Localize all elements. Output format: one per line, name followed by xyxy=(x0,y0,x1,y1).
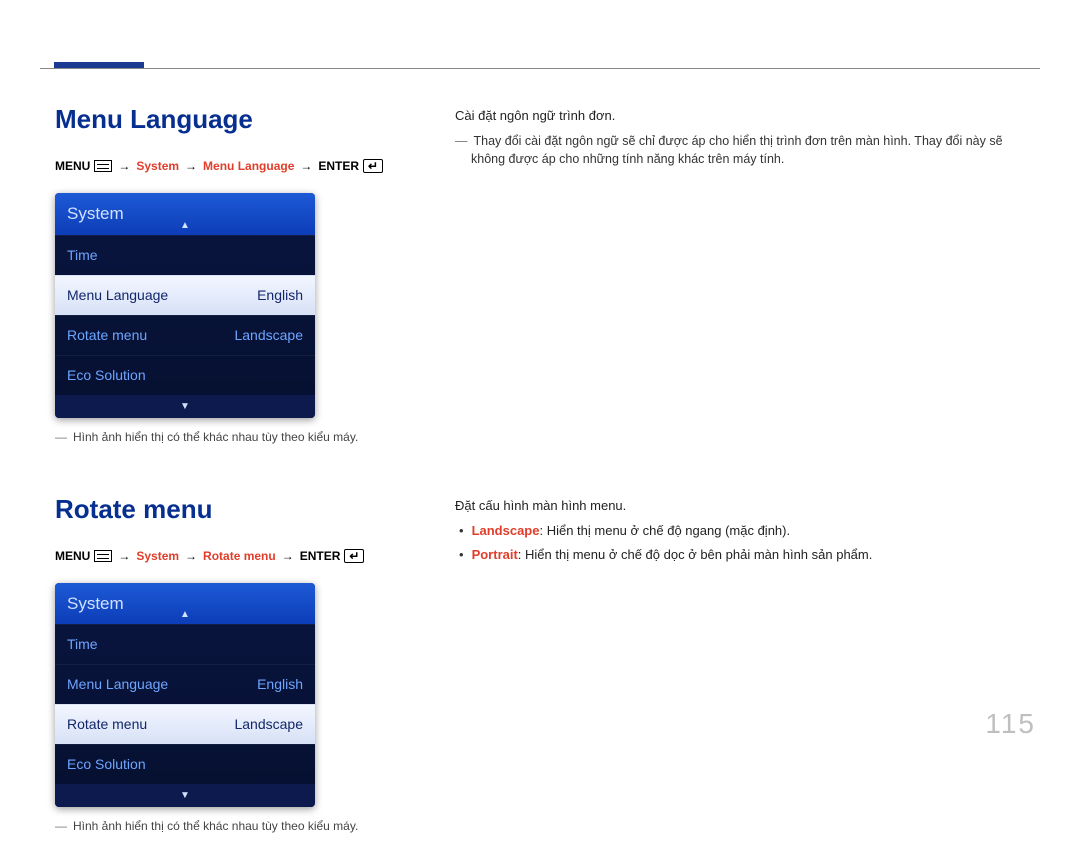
option-key: Landscape xyxy=(472,523,540,538)
osd-row-label: Menu Language xyxy=(67,285,168,306)
osd-row-value: English xyxy=(257,674,303,695)
osd-row[interactable]: Rotate menu Landscape xyxy=(55,704,315,744)
description-column: Cài đặt ngôn ngữ trình đơn. Thay đổi cài… xyxy=(455,100,1040,460)
option-list: Landscape: Hiển thị menu ở chế độ ngang … xyxy=(455,521,1040,564)
section-menu-language: Menu Language MENU System Menu Language … xyxy=(55,100,1040,460)
osd-menu: System ▲ Time Menu Language English Rotate … xyxy=(55,193,315,418)
bc-item: Menu Language xyxy=(203,157,294,175)
bc-item: Rotate menu xyxy=(203,547,276,565)
page-number: 115 xyxy=(985,703,1036,745)
arrow-icon xyxy=(116,547,132,565)
bc-enter: ENTER xyxy=(318,157,359,175)
section-title: Rotate menu xyxy=(55,490,415,529)
arrow-icon xyxy=(183,157,199,175)
osd-row-value: English xyxy=(257,285,303,306)
osd-menu: System ▲ Time Menu Language English Rotate … xyxy=(55,583,315,808)
left-column: Rotate menu MENU System Rotate menu ENTE… xyxy=(55,490,415,849)
osd-row-label: Time xyxy=(67,634,98,655)
osd-row[interactable]: Eco Solution xyxy=(55,355,315,395)
breadcrumb: MENU System Menu Language ENTER xyxy=(55,157,415,175)
bc-menu: MENU xyxy=(55,157,90,175)
osd-row[interactable]: Time xyxy=(55,624,315,664)
option-key: Portrait xyxy=(472,547,518,562)
section-title: Menu Language xyxy=(55,100,415,139)
image-disclaimer: Hình ảnh hiển thị có thể khác nhau tùy t… xyxy=(55,817,415,835)
enter-icon xyxy=(344,549,364,563)
top-rule xyxy=(40,68,1040,69)
osd-header: System ▲ xyxy=(55,583,315,625)
enter-icon xyxy=(363,159,383,173)
osd-row[interactable]: Menu Language English xyxy=(55,275,315,315)
left-column: Menu Language MENU System Menu Language … xyxy=(55,100,415,460)
osd-row[interactable]: Time xyxy=(55,235,315,275)
chevron-up-icon: ▲ xyxy=(180,218,190,233)
osd-row-value: Landscape xyxy=(234,714,303,735)
chevron-up-icon: ▲ xyxy=(180,607,190,622)
osd-row-label: Rotate menu xyxy=(67,325,147,346)
accent-bar xyxy=(54,62,144,68)
option-text: : Hiển thị menu ở chế độ dọc ở bên phải … xyxy=(518,547,873,562)
osd-header: System ▲ xyxy=(55,193,315,235)
menu-icon xyxy=(94,160,112,172)
manual-page: Menu Language MENU System Menu Language … xyxy=(0,0,1080,763)
osd-row-label: Eco Solution xyxy=(67,365,146,386)
breadcrumb: MENU System Rotate menu ENTER xyxy=(55,547,415,565)
osd-row[interactable]: Rotate menu Landscape xyxy=(55,315,315,355)
bc-system: System xyxy=(136,547,179,565)
description-column: Đặt cấu hình màn hình menu. Landscape: H… xyxy=(455,490,1040,849)
osd-rows: Time Menu Language English Rotate menu Lands… xyxy=(55,235,315,395)
option-text: : Hiển thị menu ở chế độ ngang (mặc định… xyxy=(539,523,790,538)
menu-icon xyxy=(94,550,112,562)
desc-line: Đặt cấu hình màn hình menu. xyxy=(455,496,1040,516)
arrow-icon xyxy=(116,157,132,175)
osd-row[interactable]: Menu Language English xyxy=(55,664,315,704)
bc-system: System xyxy=(136,157,179,175)
desc-line: Cài đặt ngôn ngữ trình đơn. xyxy=(455,106,1040,126)
arrow-icon xyxy=(280,547,296,565)
osd-row-label: Eco Solution xyxy=(67,754,146,775)
arrow-icon xyxy=(298,157,314,175)
option-item: Portrait: Hiển thị menu ở chế độ dọc ở b… xyxy=(459,545,1040,565)
osd-row-label: Menu Language xyxy=(67,674,168,695)
osd-title: System xyxy=(67,204,124,223)
chevron-down-icon: ▼ xyxy=(55,395,315,418)
osd-row-value: Landscape xyxy=(234,325,303,346)
osd-rows: Time Menu Language English Rotate menu Lands… xyxy=(55,624,315,784)
chevron-down-icon: ▼ xyxy=(55,784,315,807)
image-disclaimer: Hình ảnh hiển thị có thể khác nhau tùy t… xyxy=(55,428,415,446)
desc-note: Thay đổi cài đặt ngôn ngữ sẽ chỉ được áp… xyxy=(455,132,1040,170)
osd-row[interactable]: Eco Solution xyxy=(55,744,315,784)
osd-title: System xyxy=(67,594,124,613)
osd-row-label: Time xyxy=(67,245,98,266)
bc-enter: ENTER xyxy=(300,547,341,565)
option-item: Landscape: Hiển thị menu ở chế độ ngang … xyxy=(459,521,1040,541)
section-rotate-menu: Rotate menu MENU System Rotate menu ENTE… xyxy=(55,490,1040,849)
bc-menu: MENU xyxy=(55,547,90,565)
arrow-icon xyxy=(183,547,199,565)
osd-row-label: Rotate menu xyxy=(67,714,147,735)
